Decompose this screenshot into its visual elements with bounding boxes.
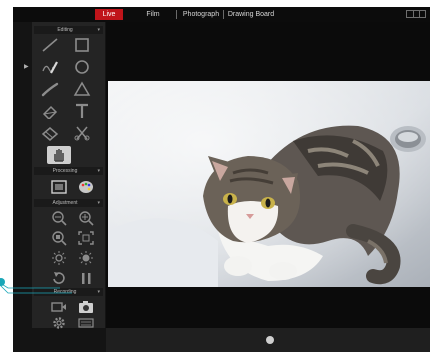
text-icon[interactable]: [70, 102, 94, 120]
tab-divider: [176, 10, 177, 19]
keyboard-icon[interactable]: [74, 314, 98, 332]
brightness-down-icon[interactable]: [47, 249, 71, 267]
hand-icon[interactable]: [47, 146, 71, 164]
callout-line: [0, 282, 72, 294]
tab-divider: [223, 10, 224, 19]
circle-icon[interactable]: [70, 58, 94, 76]
gear-icon[interactable]: [47, 314, 71, 332]
stamp-icon[interactable]: [38, 124, 62, 142]
section-adjustment[interactable]: Adjustment ▾: [34, 199, 103, 207]
app-window: Live Film Photograph Drawing Board ▶ Edi…: [13, 7, 430, 352]
brush-icon[interactable]: [38, 80, 62, 98]
section-processing[interactable]: Processing ▾: [34, 167, 103, 175]
tab-live[interactable]: Live: [95, 9, 123, 20]
section-editing[interactable]: Editing ▾: [34, 26, 103, 34]
drain: [390, 126, 426, 152]
bottom-bar: [106, 328, 430, 352]
live-cat-photo: [108, 81, 430, 287]
zoom-in-icon[interactable]: [74, 209, 98, 227]
tab-film[interactable]: Film: [143, 9, 163, 20]
tab-drawing-board[interactable]: Drawing Board: [227, 9, 275, 20]
video-viewer[interactable]: [106, 22, 430, 328]
window-controls[interactable]: [406, 10, 426, 18]
scissors-icon[interactable]: [70, 124, 94, 142]
triangle-icon[interactable]: [70, 80, 94, 98]
expand-arrow-icon[interactable]: ▶: [24, 63, 29, 70]
palette-icon[interactable]: [74, 178, 98, 196]
page-indicator-dot[interactable]: [266, 336, 274, 344]
fullscreen-icon[interactable]: [74, 229, 98, 247]
image-icon[interactable]: [47, 178, 71, 196]
tab-photograph[interactable]: Photograph: [181, 9, 221, 20]
zoom-fit-icon[interactable]: [47, 229, 71, 247]
brightness-up-icon[interactable]: [74, 249, 98, 267]
eraser-icon[interactable]: [38, 102, 62, 120]
zoom-out-icon[interactable]: [47, 209, 71, 227]
pen-icon[interactable]: [38, 58, 62, 76]
rectangle-icon[interactable]: [70, 36, 94, 54]
line-icon[interactable]: [38, 36, 62, 54]
top-bar: Live Film Photograph Drawing Board: [13, 7, 430, 22]
